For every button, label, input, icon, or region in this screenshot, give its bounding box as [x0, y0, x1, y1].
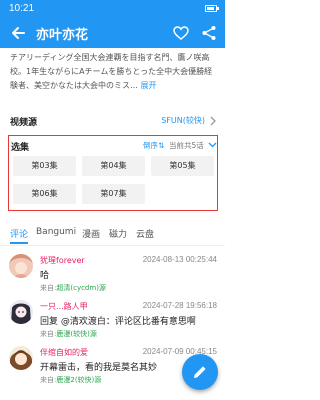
app-bar: 亦叶亦花 — [0, 18, 225, 48]
avatar[interactable] — [9, 346, 33, 370]
comment-text: 哈 — [40, 271, 50, 281]
episode-button[interactable]: 第04集 — [82, 156, 145, 176]
description-text: チアリーディング全国大会連覇を目指す名門、鷹ノ咲高校。1年生ながらにAチームを勝… — [10, 53, 213, 90]
pencil-icon — [194, 366, 206, 378]
anime-description: チアリーディング全国大会連覇を目指す名門、鷹ノ咲高校。1年生ながらにAチームを勝… — [10, 51, 216, 93]
comment-time: 2024-07-28 19:56:18 — [142, 301, 217, 310]
video-source-label: 视频源 — [10, 118, 38, 128]
avatar[interactable] — [9, 254, 33, 278]
sort-order-toggle[interactable]: 倒序⇅ — [143, 140, 164, 151]
favorite-heart-icon[interactable] — [172, 24, 190, 42]
episode-button[interactable]: 第05集 — [151, 156, 214, 176]
tab-cloud[interactable]: 云盘 — [136, 227, 154, 240]
avatar[interactable] — [9, 300, 33, 324]
content-tabs: 评论 Bangumi 漫画 磁力 云盘 — [0, 224, 225, 246]
comment-source: 来自:超清(cycdm)源 — [40, 284, 106, 292]
tab-comments[interactable]: 评论 — [10, 227, 28, 240]
comment-time: 2024-08-13 00:25:44 — [142, 255, 217, 264]
page-title: 亦叶亦花 — [36, 28, 89, 43]
active-tab-indicator — [10, 242, 28, 244]
write-comment-button[interactable] — [182, 354, 218, 390]
comment-item[interactable]: 一只...路人甲 2024-07-28 19:56:18 回复 @清欢渡白：评论… — [0, 298, 225, 344]
share-icon[interactable] — [200, 24, 218, 42]
status-time: 10:21 — [9, 3, 35, 14]
comment-text: 回复 @清欢渡白：评论区比番有意思啊 — [40, 317, 196, 327]
episode-button[interactable]: 第06集 — [13, 184, 76, 204]
episode-button[interactable]: 第03集 — [13, 156, 76, 176]
video-source-value[interactable]: SFUN(较快) — [161, 115, 205, 126]
episode-button[interactable]: 第07集 — [82, 184, 145, 204]
tab-manga[interactable]: 漫画 — [82, 227, 100, 240]
back-arrow-icon[interactable] — [8, 23, 28, 43]
comment-username[interactable]: 伴绾自如的爱 — [40, 347, 88, 358]
episode-label: 选集 — [11, 143, 30, 153]
battery-icon — [205, 5, 219, 12]
video-source-row[interactable]: 视频源 SFUN(较快) — [10, 115, 217, 129]
comment-item[interactable]: 犹瑆forever 2024-08-13 00:25:44 哈 来自:超清(cy… — [0, 252, 225, 298]
episode-count[interactable]: 当前共5话 — [169, 140, 204, 151]
chevron-right-icon — [210, 116, 216, 126]
chevron-down-icon[interactable] — [208, 140, 217, 149]
tab-magnet[interactable]: 磁力 — [109, 227, 127, 240]
comment-username[interactable]: 一只...路人甲 — [40, 301, 88, 312]
status-bar: 10:21 — [0, 0, 225, 18]
expand-link[interactable]: 展开 — [141, 81, 157, 90]
tab-bangumi[interactable]: Bangumi — [36, 227, 76, 237]
comment-source: 来自:鹿漫(较快)源 — [40, 330, 97, 338]
comment-source: 来自:鹿漫2(较快)源 — [40, 376, 102, 384]
comment-username[interactable]: 犹瑆forever — [40, 255, 85, 266]
episode-section: 选集 倒序⇅ 当前共5话 第03集 第04集 第05集 第06集 第07集 — [8, 135, 218, 211]
